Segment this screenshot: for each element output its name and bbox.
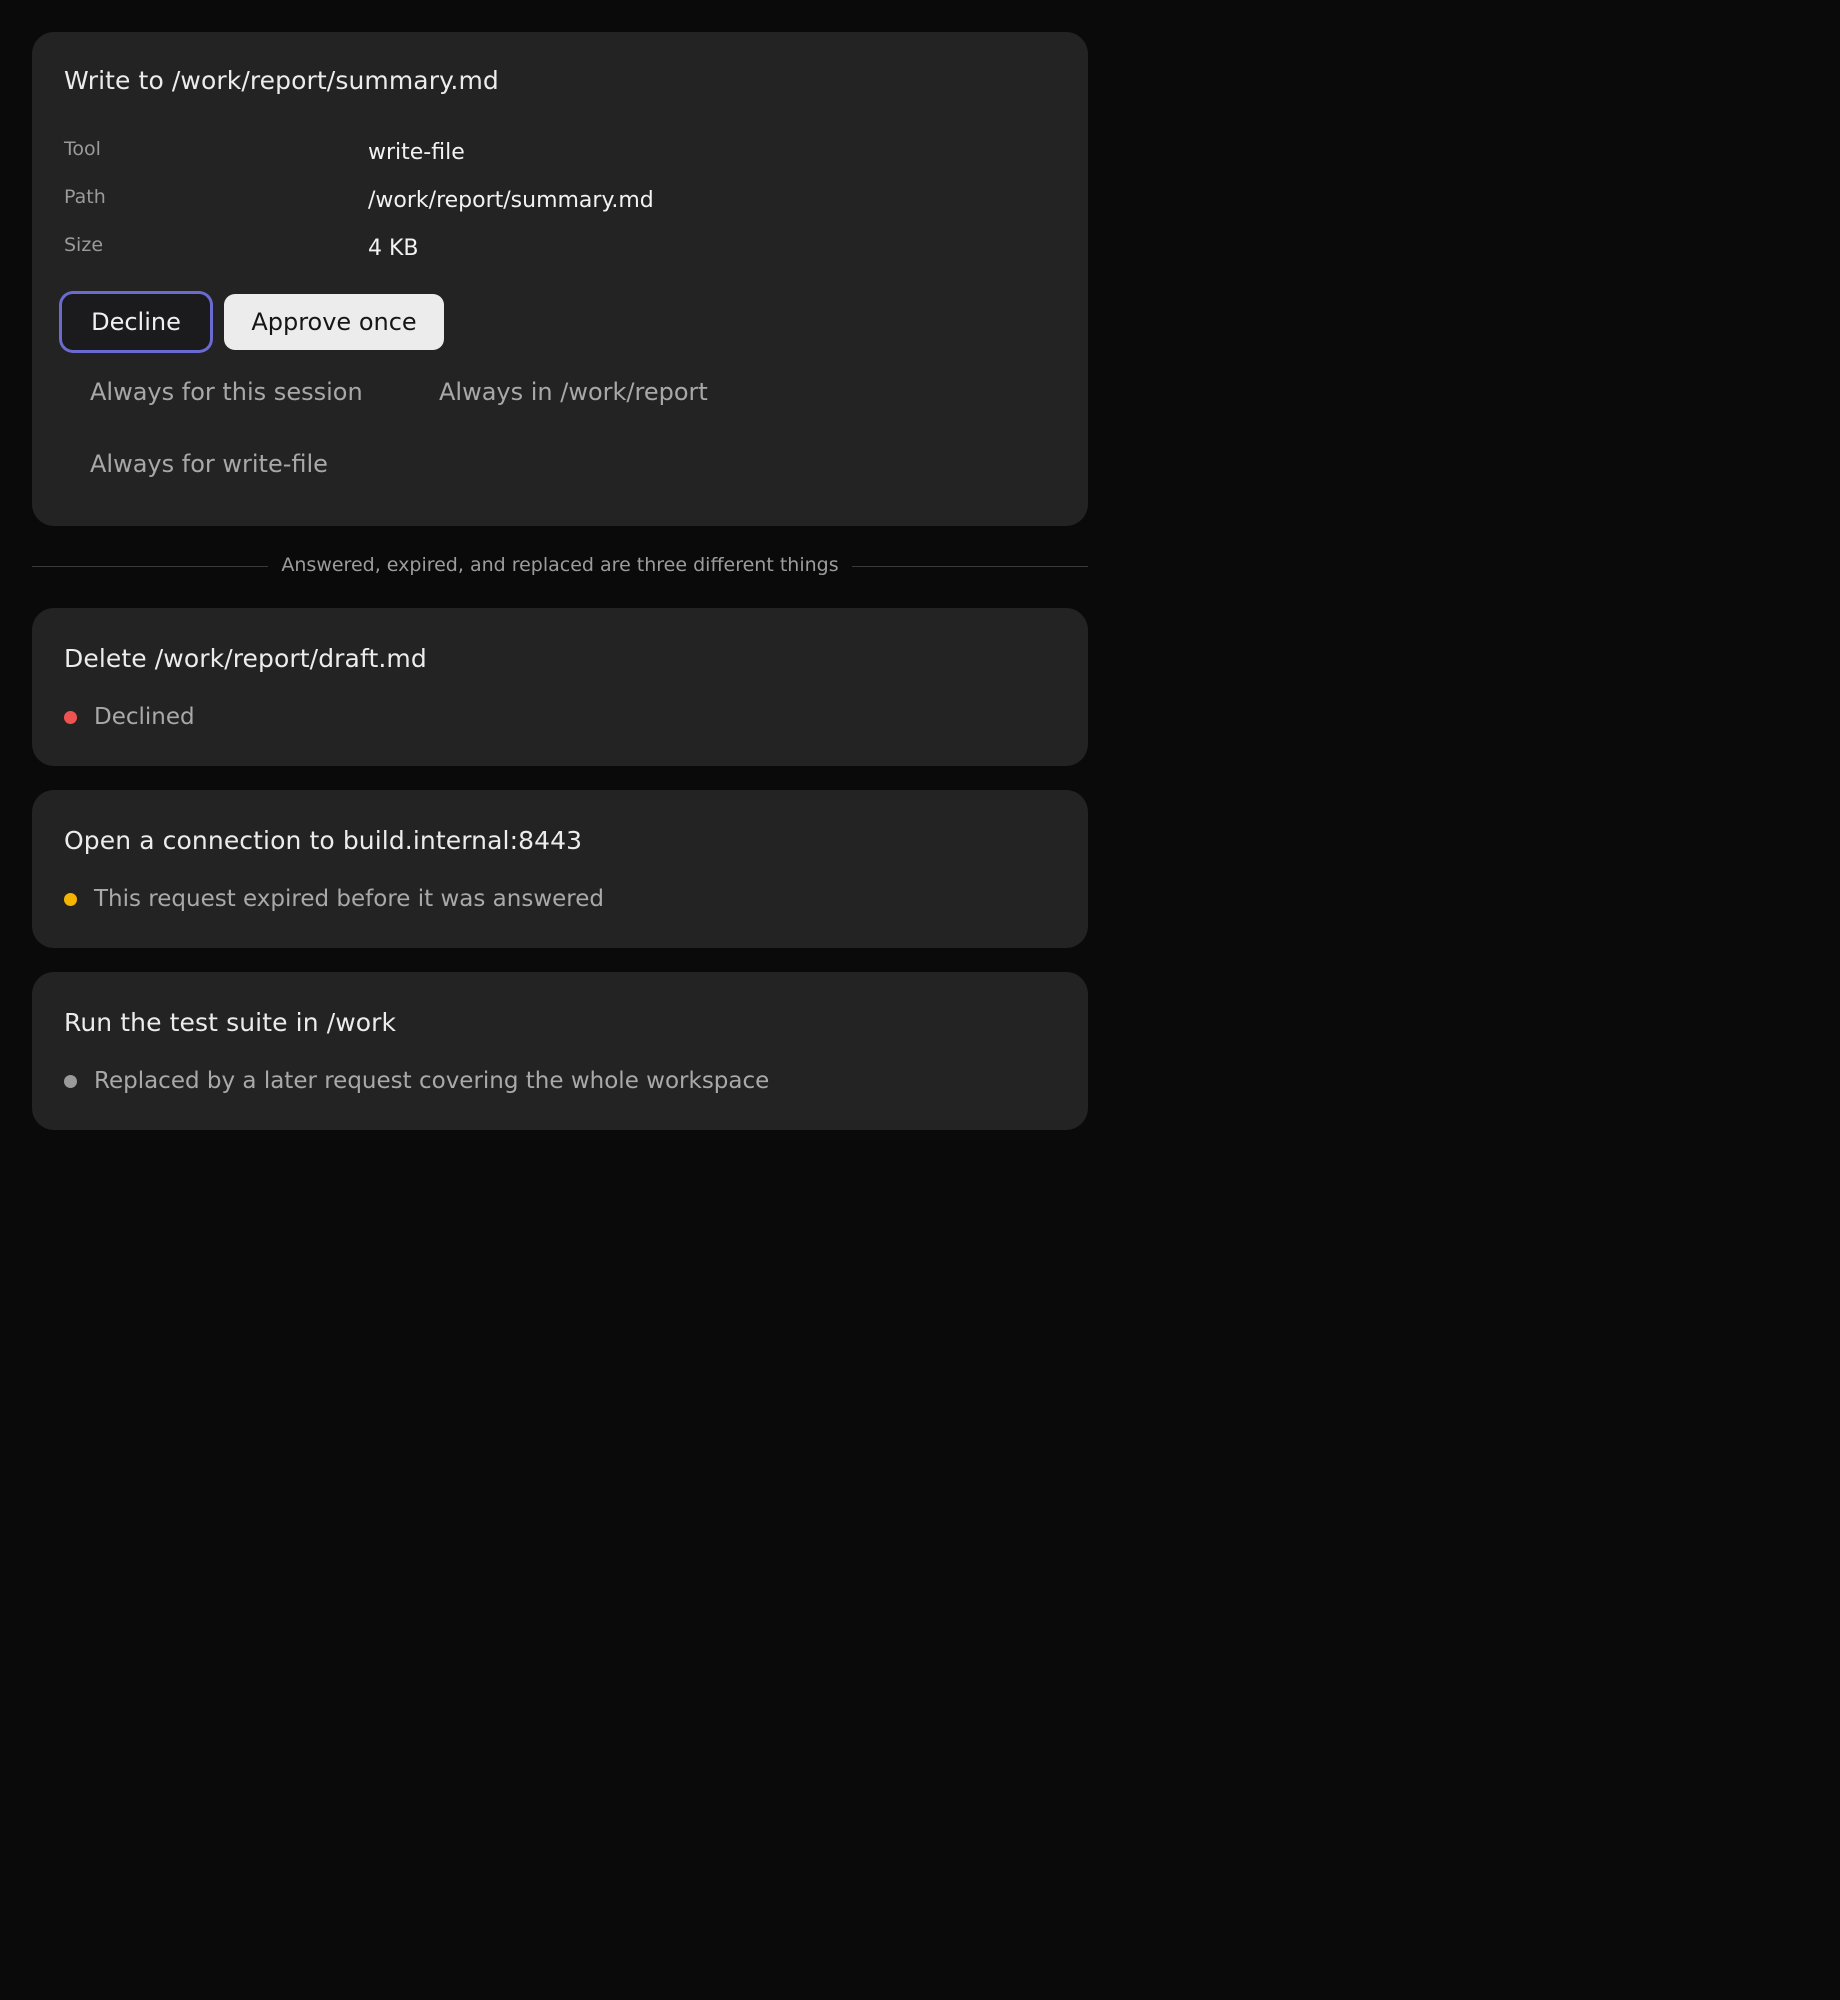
detail-label: Path xyxy=(64,186,106,208)
detail-row-path: Path /work/report/summary.md xyxy=(64,180,964,228)
decline-button[interactable]: Decline xyxy=(62,294,210,350)
history-title: Open a connection to build.internal:8443 xyxy=(64,826,583,855)
detail-value: /work/report/summary.md xyxy=(368,188,654,213)
detail-row-size: Size 4 KB xyxy=(64,228,964,276)
approve-once-button[interactable]: Approve once xyxy=(224,294,444,350)
pending-request-card: Write to /work/report/summary.md Tool wr… xyxy=(32,32,1088,526)
history-title: Delete /work/report/draft.md xyxy=(64,644,427,673)
history-card-replaced: Run the test suite in /work Replaced by … xyxy=(32,972,1088,1130)
status-row: Declined xyxy=(64,704,195,730)
status-row: This request expired before it was answe… xyxy=(64,886,604,912)
always-for-tool-option[interactable]: Always for write-file xyxy=(90,450,328,478)
history-card-declined: Delete /work/report/draft.md Declined xyxy=(32,608,1088,766)
divider-label: Answered, expired, and replaced are thre… xyxy=(281,554,839,576)
detail-value: write-file xyxy=(368,140,465,165)
detail-row-tool: Tool write-file xyxy=(64,132,964,180)
detail-label: Tool xyxy=(64,138,101,160)
history-card-expired: Open a connection to build.internal:8443… xyxy=(32,790,1088,948)
always-for-session-option[interactable]: Always for this session xyxy=(90,378,363,406)
status-row: Replaced by a later request covering the… xyxy=(64,1068,769,1094)
status-text: This request expired before it was answe… xyxy=(94,886,604,912)
detail-label: Size xyxy=(64,234,104,256)
always-in-folder-option[interactable]: Always in /work/report xyxy=(439,378,708,406)
history-title: Run the test suite in /work xyxy=(64,1008,397,1037)
status-dot-icon xyxy=(64,1074,77,1088)
approval-stack: Write to /work/report/summary.md Tool wr… xyxy=(32,32,1088,1154)
divider-line xyxy=(852,566,1088,567)
status-text: Replaced by a later request covering the… xyxy=(94,1068,770,1094)
request-details: Tool write-file Path /work/report/summar… xyxy=(64,132,964,276)
status-dot-icon xyxy=(64,892,77,906)
status-dot-icon xyxy=(64,710,77,724)
request-title: Write to /work/report/summary.md xyxy=(64,66,499,95)
detail-value: 4 KB xyxy=(368,236,419,261)
status-text: Declined xyxy=(94,704,195,730)
section-divider: Answered, expired, and replaced are thre… xyxy=(32,526,1088,608)
